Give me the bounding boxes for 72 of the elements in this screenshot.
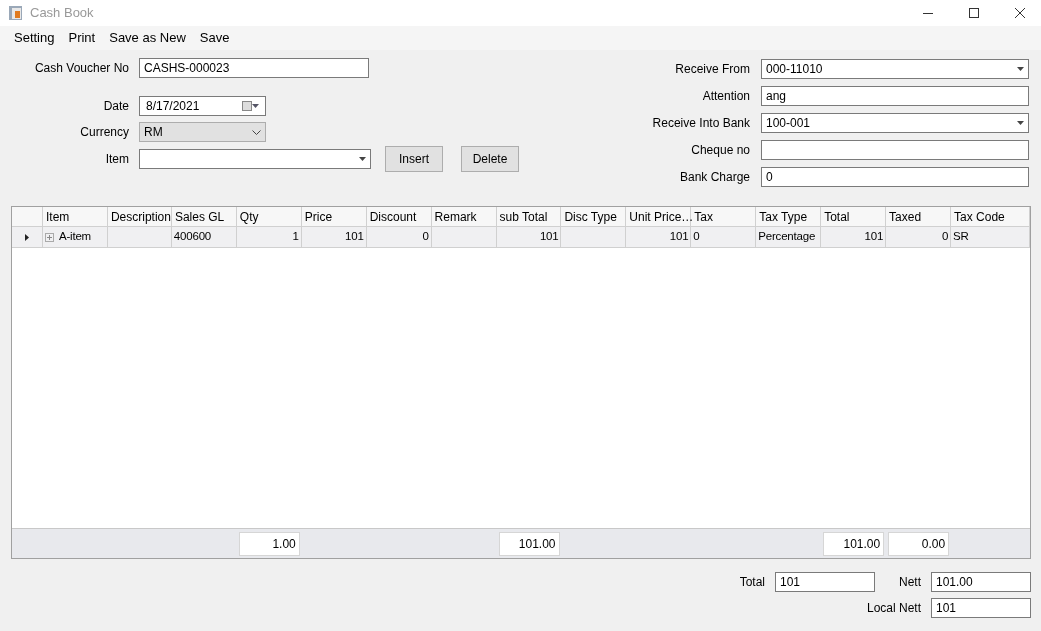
expand-icon[interactable] (44, 232, 54, 242)
table-cell-text: 0 (693, 229, 700, 245)
table-cell-text: 101 (345, 229, 364, 245)
nett-field[interactable]: 101.00 (931, 572, 1031, 592)
table-cell-text: A-item (58, 229, 91, 245)
column-header[interactable]: sub Total (496, 207, 562, 226)
field-label: Total (739, 574, 765, 591)
text-field[interactable]: ang (761, 86, 1029, 106)
chevron-down-icon (252, 129, 261, 135)
column-header[interactable]: Description (107, 207, 172, 226)
window-title: Cash Book (30, 4, 94, 23)
table-cell-text: SR (953, 229, 969, 245)
column-header[interactable]: Disc Type (561, 207, 627, 226)
summary-cell: 0.00 (888, 531, 950, 556)
table-cell-text: 0 (941, 229, 949, 245)
item-dropdown[interactable] (139, 149, 371, 169)
summary-cell: 1.00 (238, 531, 300, 556)
minimize-icon[interactable] (923, 12, 933, 14)
column-header[interactable]: Tax Code (951, 207, 1030, 226)
menu-item[interactable]: Print (61, 28, 103, 48)
field-label: Currency (79, 124, 129, 141)
field-label: Cash Voucher No (33, 60, 129, 77)
dropdown-field[interactable]: 000-11010 (761, 59, 1029, 79)
menu-item[interactable]: Save as New (102, 28, 193, 48)
date-picker[interactable]: 8/17/2021 (139, 96, 266, 116)
dropdown-arrow-icon (252, 104, 259, 108)
menu-item[interactable]: Save (192, 28, 237, 48)
table-cell-text: 101 (669, 229, 689, 245)
column-header[interactable]: Tax (691, 207, 757, 226)
table-cell-text: 101 (864, 229, 884, 245)
column-header[interactable]: Qty (236, 207, 302, 226)
field-label: Date (102, 98, 129, 115)
column-header[interactable]: Item (42, 207, 108, 226)
field-label: Receive Into Bank (651, 115, 750, 132)
column-header[interactable]: Total (821, 207, 887, 226)
text-field[interactable]: 0 (761, 167, 1029, 187)
field-label: Item (104, 151, 129, 168)
calendar-icon (242, 101, 252, 111)
summary-cell: 101.00 (823, 531, 885, 556)
field-label: Receive From (674, 61, 750, 78)
table-cell-text: 0 (422, 229, 429, 245)
field-label: Bank Charge (678, 169, 750, 186)
table-cell-text: 101 (539, 229, 559, 245)
menu-item[interactable]: Setting (7, 28, 62, 48)
dropdown-field[interactable]: 100-001 (761, 113, 1029, 133)
dropdown-arrow-icon (1017, 121, 1024, 125)
table-cell-text: 1 (292, 229, 299, 245)
column-header[interactable]: Discount (366, 207, 432, 226)
book-icon (8, 5, 24, 21)
dropdown-arrow-icon (1017, 67, 1024, 71)
column-header[interactable]: Sales GL (171, 207, 237, 226)
field-label: Attention (701, 88, 750, 105)
voucher-field[interactable]: CASHS-000023 (139, 58, 369, 78)
dropdown-arrow-icon (359, 157, 366, 161)
local-nett-field[interactable]: 101 (931, 598, 1031, 618)
column-header[interactable]: Tax Type (756, 207, 822, 226)
text-field[interactable] (761, 140, 1029, 160)
table-cell-text: Percentage (758, 229, 816, 245)
column-header[interactable]: Remark (431, 207, 497, 226)
column-header[interactable]: Taxed (886, 207, 952, 226)
maximize-icon[interactable] (969, 8, 979, 18)
action-button[interactable]: Delete (461, 146, 519, 172)
column-header[interactable]: Unit Price… (626, 207, 692, 226)
table-cell-text: 400600 (173, 229, 212, 245)
action-button[interactable]: Insert (385, 146, 443, 172)
column-header[interactable]: Price (301, 207, 367, 226)
field-label: Nett (899, 574, 921, 591)
field-label: Local Nett (866, 600, 921, 617)
close-icon[interactable] (1015, 8, 1025, 18)
summary-cell: 101.00 (498, 531, 560, 556)
total-field[interactable]: 101 (775, 572, 875, 592)
field-label: Cheque no (690, 142, 750, 159)
